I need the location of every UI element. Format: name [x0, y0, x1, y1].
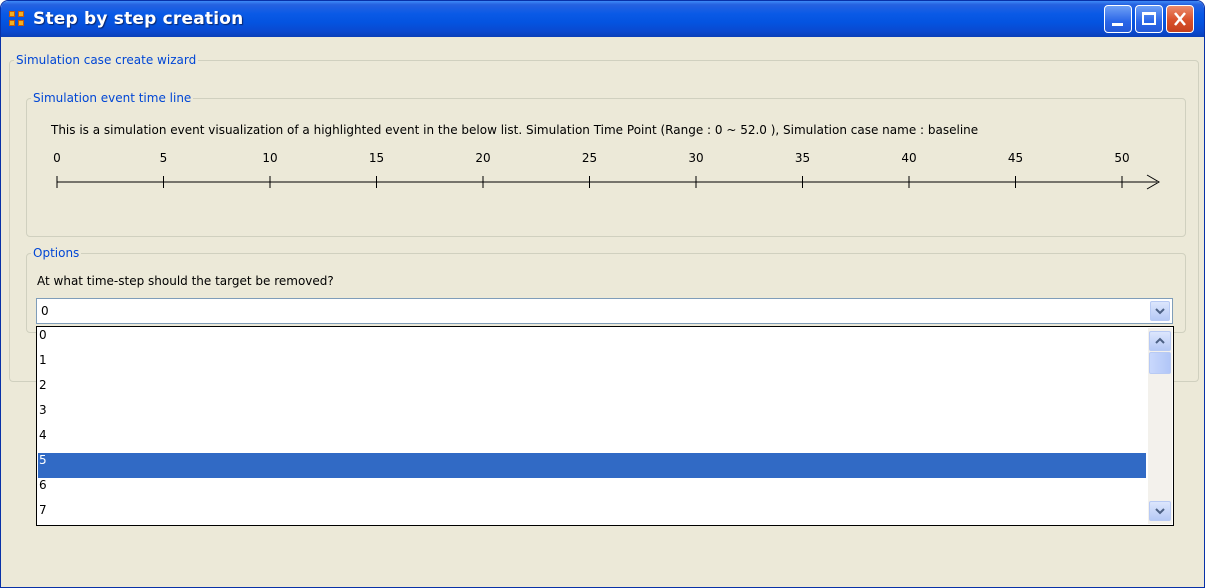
- timeline-tick-label: 40: [901, 151, 916, 165]
- window-title: Step by step creation: [33, 9, 244, 29]
- scroll-thumb[interactable]: [1149, 352, 1171, 374]
- timeline-tick-label: 25: [582, 151, 597, 165]
- options-legend: Options: [33, 246, 80, 260]
- list-item[interactable]: 2: [38, 378, 1146, 403]
- timeline-tick-label: 50: [1114, 151, 1129, 165]
- dropdown-button[interactable]: [1150, 301, 1170, 321]
- minimize-button[interactable]: [1104, 5, 1132, 33]
- maximize-button[interactable]: [1135, 5, 1163, 33]
- list-item[interactable]: 6: [38, 478, 1146, 503]
- list-item[interactable]: 1: [38, 353, 1146, 378]
- scroll-up-button[interactable]: [1149, 331, 1171, 351]
- list-item[interactable]: 5: [38, 453, 1146, 478]
- timeline-tick-label: 35: [795, 151, 810, 165]
- timeline-tick-label: 5: [160, 151, 168, 165]
- timeline-tick-label: 30: [688, 151, 703, 165]
- timeline-axis: 0 5 10 15 20 25 30 35 40 45 50: [53, 151, 1160, 190]
- scroll-down-button[interactable]: [1149, 501, 1171, 521]
- list-item[interactable]: 4: [38, 428, 1146, 453]
- list-item[interactable]: 7: [38, 503, 1146, 525]
- chevron-up-icon: [1155, 337, 1165, 344]
- vertical-scrollbar[interactable]: [1148, 328, 1172, 524]
- list-item[interactable]: 0: [38, 328, 1146, 353]
- timeline-tick-label: 0: [53, 151, 61, 165]
- chevron-down-icon: [1155, 308, 1165, 315]
- wizard-legend: Simulation case create wizard: [16, 53, 197, 67]
- timeline-description: This is a simulation event visualization…: [51, 123, 979, 137]
- chevron-down-icon: [1155, 508, 1165, 515]
- timeline-legend: Simulation event time line: [33, 91, 192, 105]
- maximize-icon: [1142, 12, 1156, 25]
- app-icon: [9, 11, 25, 27]
- title-bar[interactable]: Step by step creation: [1, 1, 1204, 37]
- timeline-tick-label: 20: [475, 151, 490, 165]
- close-icon: [1174, 12, 1186, 26]
- time-step-list[interactable]: 01234567: [36, 326, 1174, 526]
- question-label: At what time-step should the target be r…: [37, 274, 334, 288]
- dialog-window: Step by step creation Simulation case cr…: [0, 0, 1205, 588]
- timeline-tick-label: 10: [262, 151, 277, 165]
- timeline-tick-label: 15: [369, 151, 384, 165]
- close-button[interactable]: [1166, 5, 1194, 33]
- minimize-icon: [1112, 23, 1123, 26]
- timeline-tick-label: 45: [1008, 151, 1023, 165]
- time-step-combobox[interactable]: 0: [36, 298, 1173, 324]
- combobox-value: 0: [41, 304, 49, 318]
- list-item[interactable]: 3: [38, 403, 1146, 428]
